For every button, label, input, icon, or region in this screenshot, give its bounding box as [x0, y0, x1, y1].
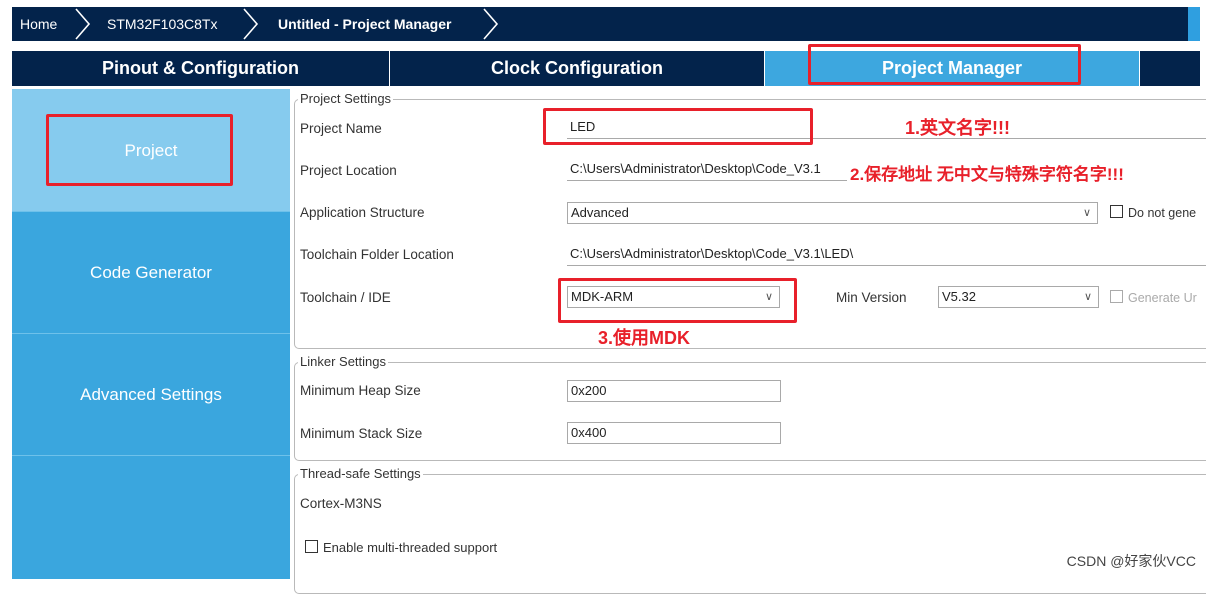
heap-size-label: Minimum Heap Size	[300, 383, 421, 398]
core-label: Cortex-M3NS	[300, 496, 382, 511]
annotation-3: 3.使用MDK	[598, 328, 691, 348]
annotation-1: 1.英文名字!!!	[905, 118, 1010, 138]
generate-label: Generate Ur	[1128, 291, 1197, 305]
chevron-right-icon	[483, 8, 499, 40]
min-version-select[interactable]: V5.32 ∨	[938, 286, 1099, 308]
tab-pinout-configuration[interactable]: Pinout & Configuration	[12, 51, 390, 86]
heap-size-input[interactable]: 0x200	[567, 380, 781, 402]
chevron-down-icon: ∨	[1082, 207, 1091, 219]
toolchain-folder-label: Toolchain Folder Location	[300, 247, 454, 262]
breadcrumb-chip[interactable]: STM32F103C8Tx	[107, 7, 217, 41]
multithread-label: Enable multi-threaded support	[323, 540, 498, 555]
chevron-right-icon	[75, 8, 91, 40]
application-structure-value: Advanced	[571, 205, 629, 220]
toolchain-folder-input[interactable]: C:\Users\Administrator\Desktop\Code_V3.1…	[567, 244, 1206, 266]
do-not-generate-checkbox[interactable]: Do not gene	[1110, 205, 1196, 220]
chevron-down-icon: ∨	[1083, 291, 1092, 303]
project-location-label: Project Location	[300, 163, 397, 178]
toolchain-ide-label: Toolchain / IDE	[300, 290, 391, 305]
min-version-label: Min Version	[836, 290, 907, 305]
project-manager-content: Project Settings Project Name LED Projec…	[290, 89, 1206, 594]
project-location-input[interactable]: C:\Users\Administrator\Desktop\Code_V3.1	[567, 159, 847, 181]
application-structure-label: Application Structure	[300, 205, 425, 220]
group-title: Thread-safe Settings	[298, 466, 423, 482]
stack-size-input[interactable]: 0x400	[567, 422, 781, 444]
multithread-checkbox[interactable]: Enable multi-threaded support	[305, 540, 497, 555]
watermark: CSDN @好家伙VCC	[1066, 553, 1196, 569]
breadcrumb: Home STM32F103C8Tx Untitled - Project Ma…	[12, 7, 1200, 41]
breadcrumb-home[interactable]: Home	[20, 7, 57, 41]
min-version-value: V5.32	[942, 289, 976, 304]
group-title: Project Settings	[298, 91, 394, 107]
thread-safe-settings-group: Thread-safe Settings	[294, 466, 1206, 594]
stack-size-label: Minimum Stack Size	[300, 426, 423, 441]
sidebar-item-advanced-settings[interactable]: Advanced Settings	[12, 334, 290, 456]
linker-settings-group: Linker Settings	[294, 354, 1206, 461]
annotation-2: 2.保存地址 无中文与特殊字符名字!!!	[850, 165, 1124, 184]
highlight-box-tab	[808, 44, 1081, 85]
highlight-box-toolchain	[558, 278, 797, 323]
application-structure-select[interactable]: Advanced ∨	[567, 202, 1098, 224]
highlight-box-project-name	[543, 108, 813, 145]
group-title: Linker Settings	[298, 354, 388, 370]
tab-clock-configuration[interactable]: Clock Configuration	[390, 51, 765, 86]
checkbox-icon	[1110, 205, 1123, 218]
highlight-box-sidebar	[46, 114, 233, 186]
sidebar-item-code-generator[interactable]: Code Generator	[12, 212, 290, 334]
breadcrumb-accent	[1188, 7, 1200, 41]
do-not-generate-label: Do not gene	[1128, 206, 1197, 220]
generate-checkbox[interactable]: Generate Ur	[1110, 290, 1197, 305]
checkbox-icon	[305, 540, 318, 553]
project-name-label: Project Name	[300, 121, 382, 136]
checkbox-icon	[1110, 290, 1123, 303]
chevron-right-icon	[243, 8, 259, 40]
breadcrumb-page[interactable]: Untitled - Project Manager	[278, 7, 451, 41]
